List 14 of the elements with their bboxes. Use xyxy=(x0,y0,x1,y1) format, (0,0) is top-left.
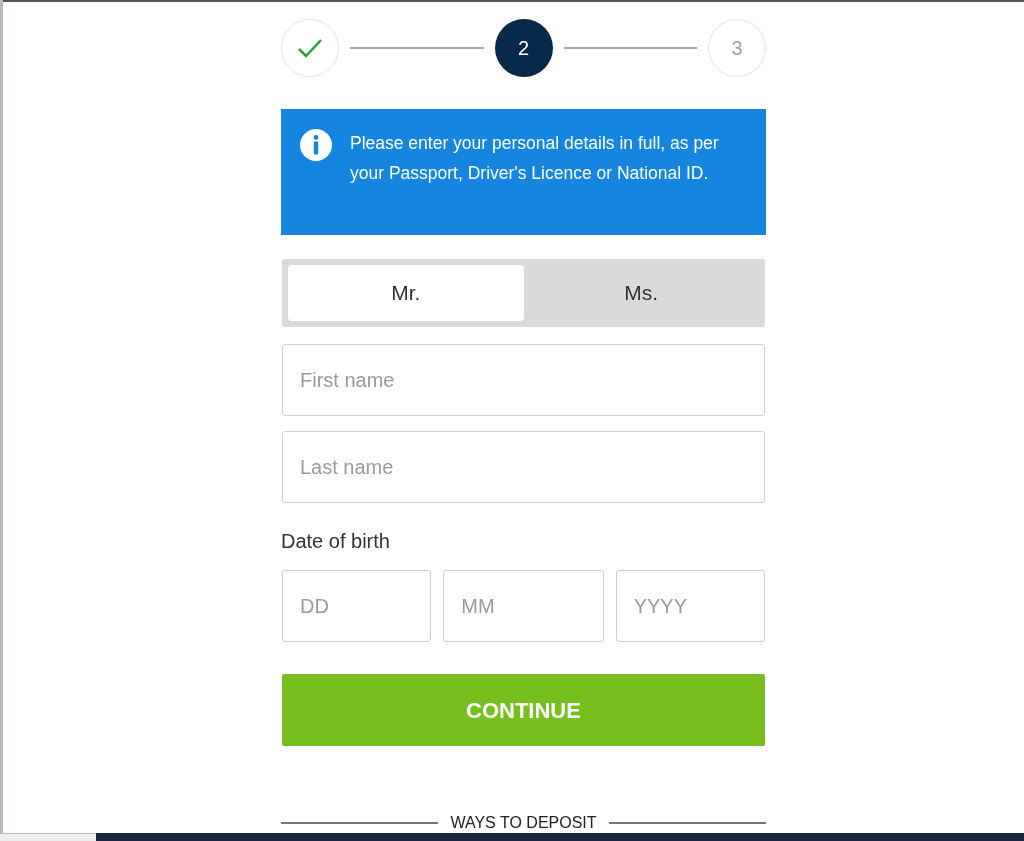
input-field[interactable]: DD xyxy=(282,570,432,642)
field-label: Date of birth xyxy=(281,529,391,554)
upcoming-step: 3 xyxy=(708,19,766,77)
input-field[interactable]: YYYY xyxy=(615,570,765,642)
current-step: 2 xyxy=(494,19,553,77)
input-field[interactable]: Last name xyxy=(282,431,765,503)
title-option[interactable]: Ms. xyxy=(523,265,759,321)
input-field[interactable]: First name xyxy=(282,344,765,416)
title-option[interactable]: Mr. xyxy=(288,265,524,321)
info-icon xyxy=(300,129,332,161)
check-icon xyxy=(297,38,323,58)
section-heading: WAYS TO DEPOSIT xyxy=(449,813,598,833)
input-field[interactable]: MM xyxy=(443,570,604,642)
notice-text: Please enter your personal details in full, as per your Passport, Driver's Licence or National ID. xyxy=(350,132,720,185)
